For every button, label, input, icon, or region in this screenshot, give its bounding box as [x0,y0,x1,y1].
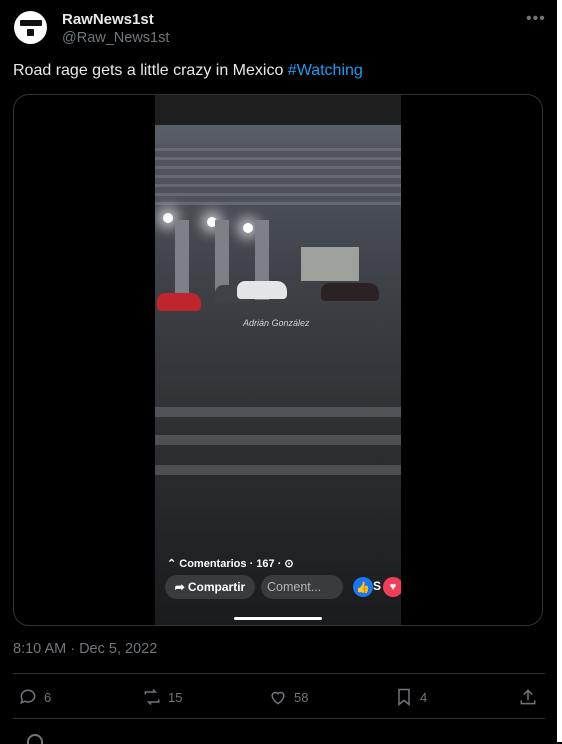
author-handle[interactable]: @Raw_News1st [62,30,169,46]
video-player[interactable]: Adrián González ⌃ Comentarios · 167 · ⊙ … [155,95,401,625]
like-count: 58 [294,689,309,705]
reaction-suffix: S [373,579,382,593]
media-container[interactable]: Adrián González ⌃ Comentarios · 167 · ⊙ … [13,94,543,626]
repost-icon [144,688,160,706]
more-icon[interactable]: ••• [526,10,546,28]
author-name[interactable]: RawNews1st [62,11,154,28]
reply-icon [20,689,36,705]
home-indicator [234,617,322,620]
window-edge [557,0,562,742]
bookmark-count: 4 [420,689,428,705]
divider [13,673,545,674]
avatar[interactable] [14,11,47,44]
like-button[interactable]: 58 [268,686,308,708]
divider-bottom [13,718,545,719]
share-icon: ➦ [174,580,185,594]
repost-button[interactable]: 15 [142,686,182,708]
upload-icon [520,689,536,705]
comment-input[interactable]: Coment... [261,575,343,599]
video-watermark: Adrián González [243,318,310,328]
bookmark-button[interactable]: 4 [394,686,427,708]
reply-button[interactable]: 6 [18,686,51,708]
reply-count: 6 [44,689,52,705]
tweet-text: Road rage gets a little crazy in Mexico … [13,62,363,80]
hashtag-link[interactable]: #Watching [288,62,363,79]
tweet-timestamp[interactable]: 8:10 AM · Dec 5, 2022 [13,641,157,657]
heart-icon [271,691,285,705]
bookmark-icon [398,688,410,707]
tweet-body: Road rage gets a little crazy in Mexico [13,62,288,79]
love-reaction-icon: ♥ [383,577,401,597]
share-label: Compartir [187,580,246,594]
like-reaction-icon: 👍 [353,577,373,597]
share-tweet-button[interactable] [518,686,538,708]
reply-avatar-partial [27,734,43,744]
repost-count: 15 [168,689,183,705]
comments-count: ⌃ Comentarios · 167 · ⊙ [167,558,294,570]
share-button[interactable]: ➦ Compartir [165,575,255,599]
